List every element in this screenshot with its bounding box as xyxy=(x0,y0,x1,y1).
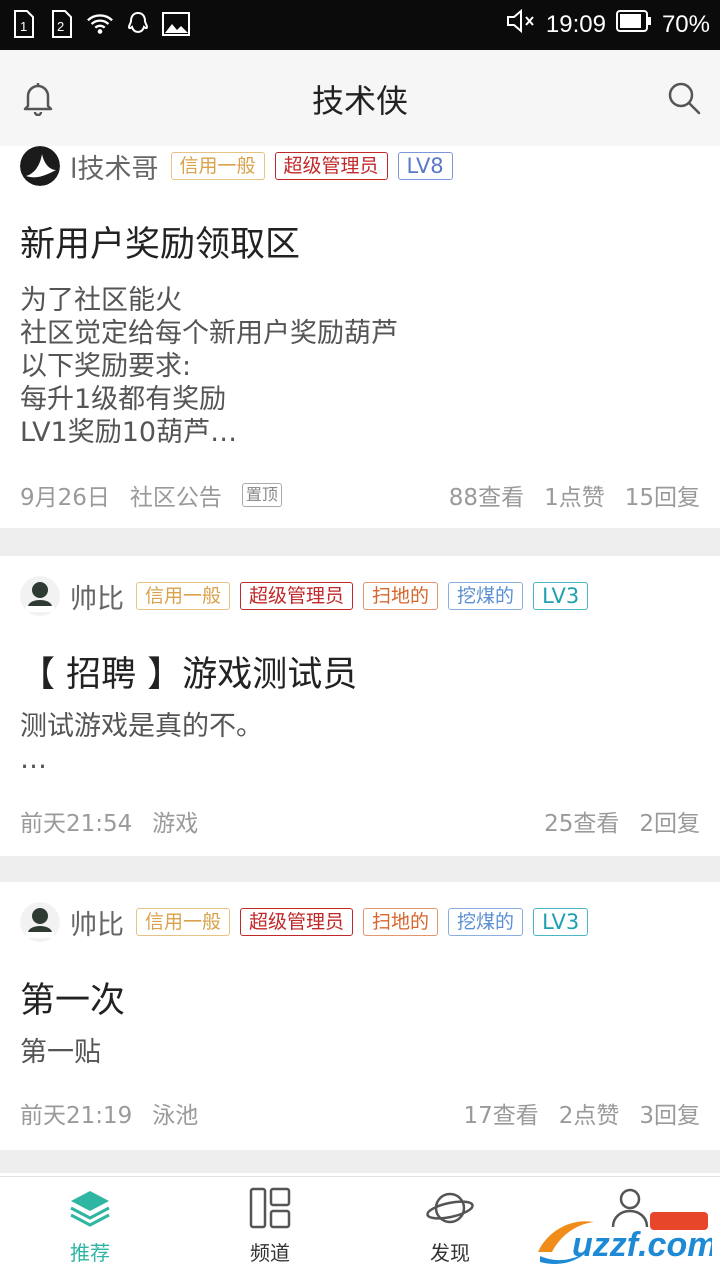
post-body-line: 社区觉定给每个新用户奖励葫芦 xyxy=(20,318,398,349)
svg-text:1: 1 xyxy=(20,19,27,34)
site-watermark-logo: uzzf.com xyxy=(532,1210,717,1270)
sim2-icon: 2 xyxy=(48,10,76,38)
image-icon xyxy=(162,10,190,38)
layers-icon xyxy=(30,1185,150,1231)
svg-text:2: 2 xyxy=(57,19,64,34)
post-card[interactable]: 帅比 信用一般 超级管理员 扫地的 挖煤的 LV3 【 招聘 】游戏测试员 测试… xyxy=(0,556,720,856)
post-card[interactable]: l技术哥 信用一般 超级管理员 LV8 新用户奖励领取区 为了社区能火 社区觉定… xyxy=(0,146,720,528)
post-title[interactable]: 第一次 xyxy=(20,972,125,1023)
post-body-line: … xyxy=(20,744,47,775)
post-body-line: LV1奖励10葫芦… xyxy=(20,417,238,448)
reply-count: 3回复 xyxy=(639,1103,700,1129)
like-count: 1点赞 xyxy=(544,485,605,511)
post-category[interactable]: 泳池 xyxy=(152,1096,198,1130)
view-count: 88查看 xyxy=(448,485,525,511)
post-meta: 9月26日 社区公告 置顶 88查看 1点赞 15回复 xyxy=(20,478,700,512)
status-bar: 1 2 19:09 70% xyxy=(0,0,720,50)
post-date: 9月26日 xyxy=(20,485,110,511)
clock-time: 19:09 xyxy=(545,10,606,38)
tab-discover[interactable]: 发现 xyxy=(390,1185,510,1266)
credit-badge: 信用一般 xyxy=(136,908,231,936)
grid-icon xyxy=(210,1185,330,1231)
level-badge: LV3 xyxy=(533,908,589,936)
mute-icon xyxy=(506,8,536,41)
post-author: l技术哥 信用一般 超级管理员 LV8 xyxy=(20,146,463,186)
battery-level: 70% xyxy=(661,10,710,38)
qq-icon xyxy=(124,10,152,38)
planet-icon xyxy=(390,1185,510,1231)
tab-label: 频道 xyxy=(250,1241,290,1265)
like-count: 2点赞 xyxy=(558,1103,620,1129)
view-count: 25查看 xyxy=(544,811,620,837)
reply-count: 2回复 xyxy=(639,811,700,837)
pinned-badge: 置顶 xyxy=(241,483,282,507)
sweeper-badge: 扫地的 xyxy=(363,908,439,936)
reply-count: 15回复 xyxy=(624,485,700,511)
post-date: 前天21:19 xyxy=(20,1103,133,1129)
wifi-icon xyxy=(86,10,114,38)
level-badge: LV8 xyxy=(397,152,453,180)
level-badge: LV3 xyxy=(533,582,589,610)
credit-badge: 信用一般 xyxy=(136,582,231,610)
post-meta: 前天21:54 游戏 25查看 2回复 xyxy=(20,804,700,838)
post-author: 帅比 信用一般 超级管理员 扫地的 挖煤的 LV3 xyxy=(20,902,598,942)
search-icon[interactable] xyxy=(666,80,702,116)
admin-badge: 超级管理员 xyxy=(240,582,354,610)
post-meta: 前天21:19 泳池 17查看 2点赞 3回复 xyxy=(20,1096,700,1130)
admin-badge: 超级管理员 xyxy=(240,908,354,936)
sim1-icon: 1 xyxy=(10,10,38,38)
svg-text:uzzf.com: uzzf.com xyxy=(572,1226,712,1264)
post-body: 为了社区能火 社区觉定给每个新用户奖励葫芦 以下奖励要求: 每升1级都有奖励 L… xyxy=(20,284,398,449)
miner-badge: 挖煤的 xyxy=(448,908,524,936)
avatar[interactable] xyxy=(20,902,60,942)
post-body-line: 每升1级都有奖励 xyxy=(20,384,227,415)
post-body-line: 测试游戏是真的不。 xyxy=(20,711,263,742)
app-bar: 技术侠 xyxy=(0,50,720,147)
post-body-line: 第一贴 xyxy=(20,1037,101,1068)
miner-badge: 挖煤的 xyxy=(448,582,524,610)
admin-badge: 超级管理员 xyxy=(274,152,388,180)
tab-label: 推荐 xyxy=(70,1241,110,1265)
post-category[interactable]: 社区公告 xyxy=(130,478,222,512)
tab-recommend[interactable]: 推荐 xyxy=(30,1185,150,1266)
author-name[interactable]: 帅比 xyxy=(70,903,124,942)
author-name[interactable]: 帅比 xyxy=(70,577,124,616)
page-title: 技术侠 xyxy=(311,82,408,120)
post-card[interactable]: 帅比 信用一般 超级管理员 扫地的 挖煤的 LV3 第一次 第一贴 前天21:1… xyxy=(0,882,720,1150)
sweeper-badge: 扫地的 xyxy=(363,582,439,610)
credit-badge: 信用一般 xyxy=(170,152,265,180)
post-body-line: 为了社区能火 xyxy=(20,285,182,316)
post-body-line: 以下奖励要求: xyxy=(20,351,192,382)
post-body: 测试游戏是真的不。 … xyxy=(20,710,263,776)
tab-channels[interactable]: 频道 xyxy=(210,1185,330,1266)
tab-label: 发现 xyxy=(430,1241,470,1265)
post-category[interactable]: 游戏 xyxy=(152,804,198,838)
avatar[interactable] xyxy=(20,576,60,616)
post-body: 第一贴 xyxy=(20,1036,101,1069)
author-name[interactable]: l技术哥 xyxy=(70,147,159,186)
post-title[interactable]: 【 招聘 】游戏测试员 xyxy=(20,646,357,697)
post-author: 帅比 信用一般 超级管理员 扫地的 挖煤的 LV3 xyxy=(20,576,598,616)
post-title[interactable]: 新用户奖励领取区 xyxy=(20,216,300,267)
battery-icon xyxy=(615,10,652,39)
avatar[interactable] xyxy=(20,146,60,186)
post-date: 前天21:54 xyxy=(20,811,133,837)
view-count: 17查看 xyxy=(463,1103,539,1129)
